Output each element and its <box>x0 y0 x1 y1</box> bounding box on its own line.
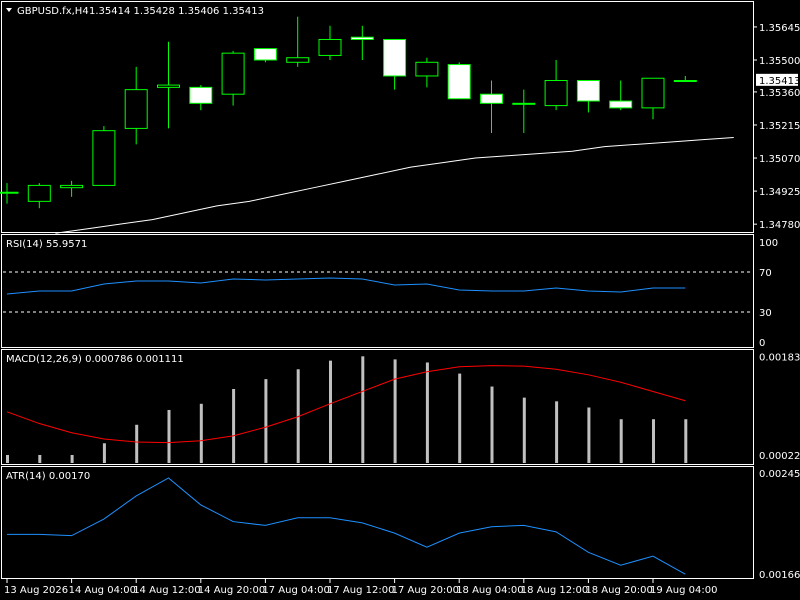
macd-bar <box>361 356 365 463</box>
time-tick-label: 17 Aug 20:00 <box>392 585 459 596</box>
rsi-tick-label: 100 <box>759 238 778 249</box>
macd-bar <box>167 409 171 463</box>
candle-body <box>641 77 665 109</box>
candle-body <box>415 61 439 77</box>
candle-body <box>609 100 633 109</box>
time-tick-label: 13 Aug 2026 <box>4 585 68 596</box>
trading-chart[interactable]: 1.35645 1.35500 1.35360 1.35215 1.35070 1.349… <box>0 0 800 600</box>
time-tick-label: 18 Aug 20:00 <box>585 585 652 596</box>
candle-body <box>0 191 19 194</box>
candle-body <box>318 38 342 56</box>
macd-bar <box>425 362 429 463</box>
macd-tick-label: 0.001831 <box>759 352 800 363</box>
ohlc-label: 1.35414 1.35428 1.35406 1.35413 <box>89 6 264 17</box>
macd-bar <box>232 389 236 463</box>
candle-body <box>286 57 310 63</box>
time-tick-label: 19 Aug 04:00 <box>650 585 717 596</box>
macd-bar <box>619 419 623 463</box>
macd-bar <box>70 454 74 463</box>
macd-label: MACD(12,26,9) 0.000786 0.001111 <box>6 354 184 365</box>
time-tick-label: 14 Aug 04:00 <box>69 585 136 596</box>
rsi-tick-label: 0 <box>759 338 765 349</box>
macd-tick-label: 0.000227 <box>759 451 800 462</box>
macd-bar <box>135 424 139 463</box>
candle-body <box>480 93 503 104</box>
candle <box>447 62 471 100</box>
macd-bar <box>38 454 42 463</box>
time-tick-label: 18 Aug 04:00 <box>456 585 523 596</box>
price-tick-label: 1.35070 <box>759 154 800 165</box>
candle-body <box>27 184 51 202</box>
candle-body <box>383 38 407 77</box>
macd-bar <box>264 379 268 463</box>
time-tick-label: 17 Aug 12:00 <box>327 585 394 596</box>
macd-bar <box>490 386 494 463</box>
price-tick-label: 1.35500 <box>759 56 800 67</box>
candle <box>92 126 116 186</box>
macd-bar <box>555 401 559 463</box>
macd-bar <box>522 397 526 463</box>
candle-body <box>92 130 116 186</box>
candle-body <box>60 184 84 189</box>
candle-body <box>447 64 471 100</box>
macd-bar <box>102 443 106 463</box>
price-tick-label: 1.35645 <box>759 23 800 34</box>
macd-bar <box>329 360 332 463</box>
candle-body <box>189 86 213 104</box>
candle-body <box>576 80 600 102</box>
time-tick-label: 14 Aug 20:00 <box>198 585 265 596</box>
price-tick-label: 1.35215 <box>759 121 800 132</box>
candle-body <box>253 48 277 61</box>
time-tick-label: 14 Aug 12:00 <box>133 585 200 596</box>
symbol-label: GBPUSD.fx,H4 <box>17 6 89 17</box>
time-tick-label: 18 Aug 12:00 <box>521 585 588 596</box>
price-tick-label: 1.34925 <box>759 187 800 198</box>
macd-bar <box>587 407 591 463</box>
macd-bar <box>458 373 462 463</box>
rsi-tick-label: 70 <box>759 268 772 279</box>
current-price-label: 1.35413 <box>759 76 800 87</box>
candle <box>253 48 277 63</box>
candle-body <box>124 89 148 129</box>
candle-body <box>673 80 697 83</box>
atr-label: ATR(14) 0.00170 <box>6 471 90 482</box>
candle-body <box>544 80 568 107</box>
macd-bar <box>652 419 655 463</box>
rsi-label: RSI(14) 55.9571 <box>6 239 87 250</box>
atr-tick-label: 0.00166 <box>759 570 800 581</box>
time-tick-label: 17 Aug 04:00 <box>262 585 329 596</box>
macd-bar <box>684 419 688 463</box>
price-tick-label: 1.35360 <box>759 88 800 99</box>
chart-background <box>0 0 800 600</box>
atr-tick-label: 0.00245 <box>759 469 800 480</box>
candle-body <box>350 36 374 40</box>
macd-bar <box>393 359 397 463</box>
price-tick-label: 1.34780 <box>759 220 800 231</box>
macd-bar <box>6 454 9 463</box>
candle-body <box>221 52 245 95</box>
macd-bar <box>199 403 203 463</box>
candle-body <box>512 102 536 105</box>
rsi-tick-label: 30 <box>759 308 772 319</box>
candle-body <box>157 84 180 88</box>
